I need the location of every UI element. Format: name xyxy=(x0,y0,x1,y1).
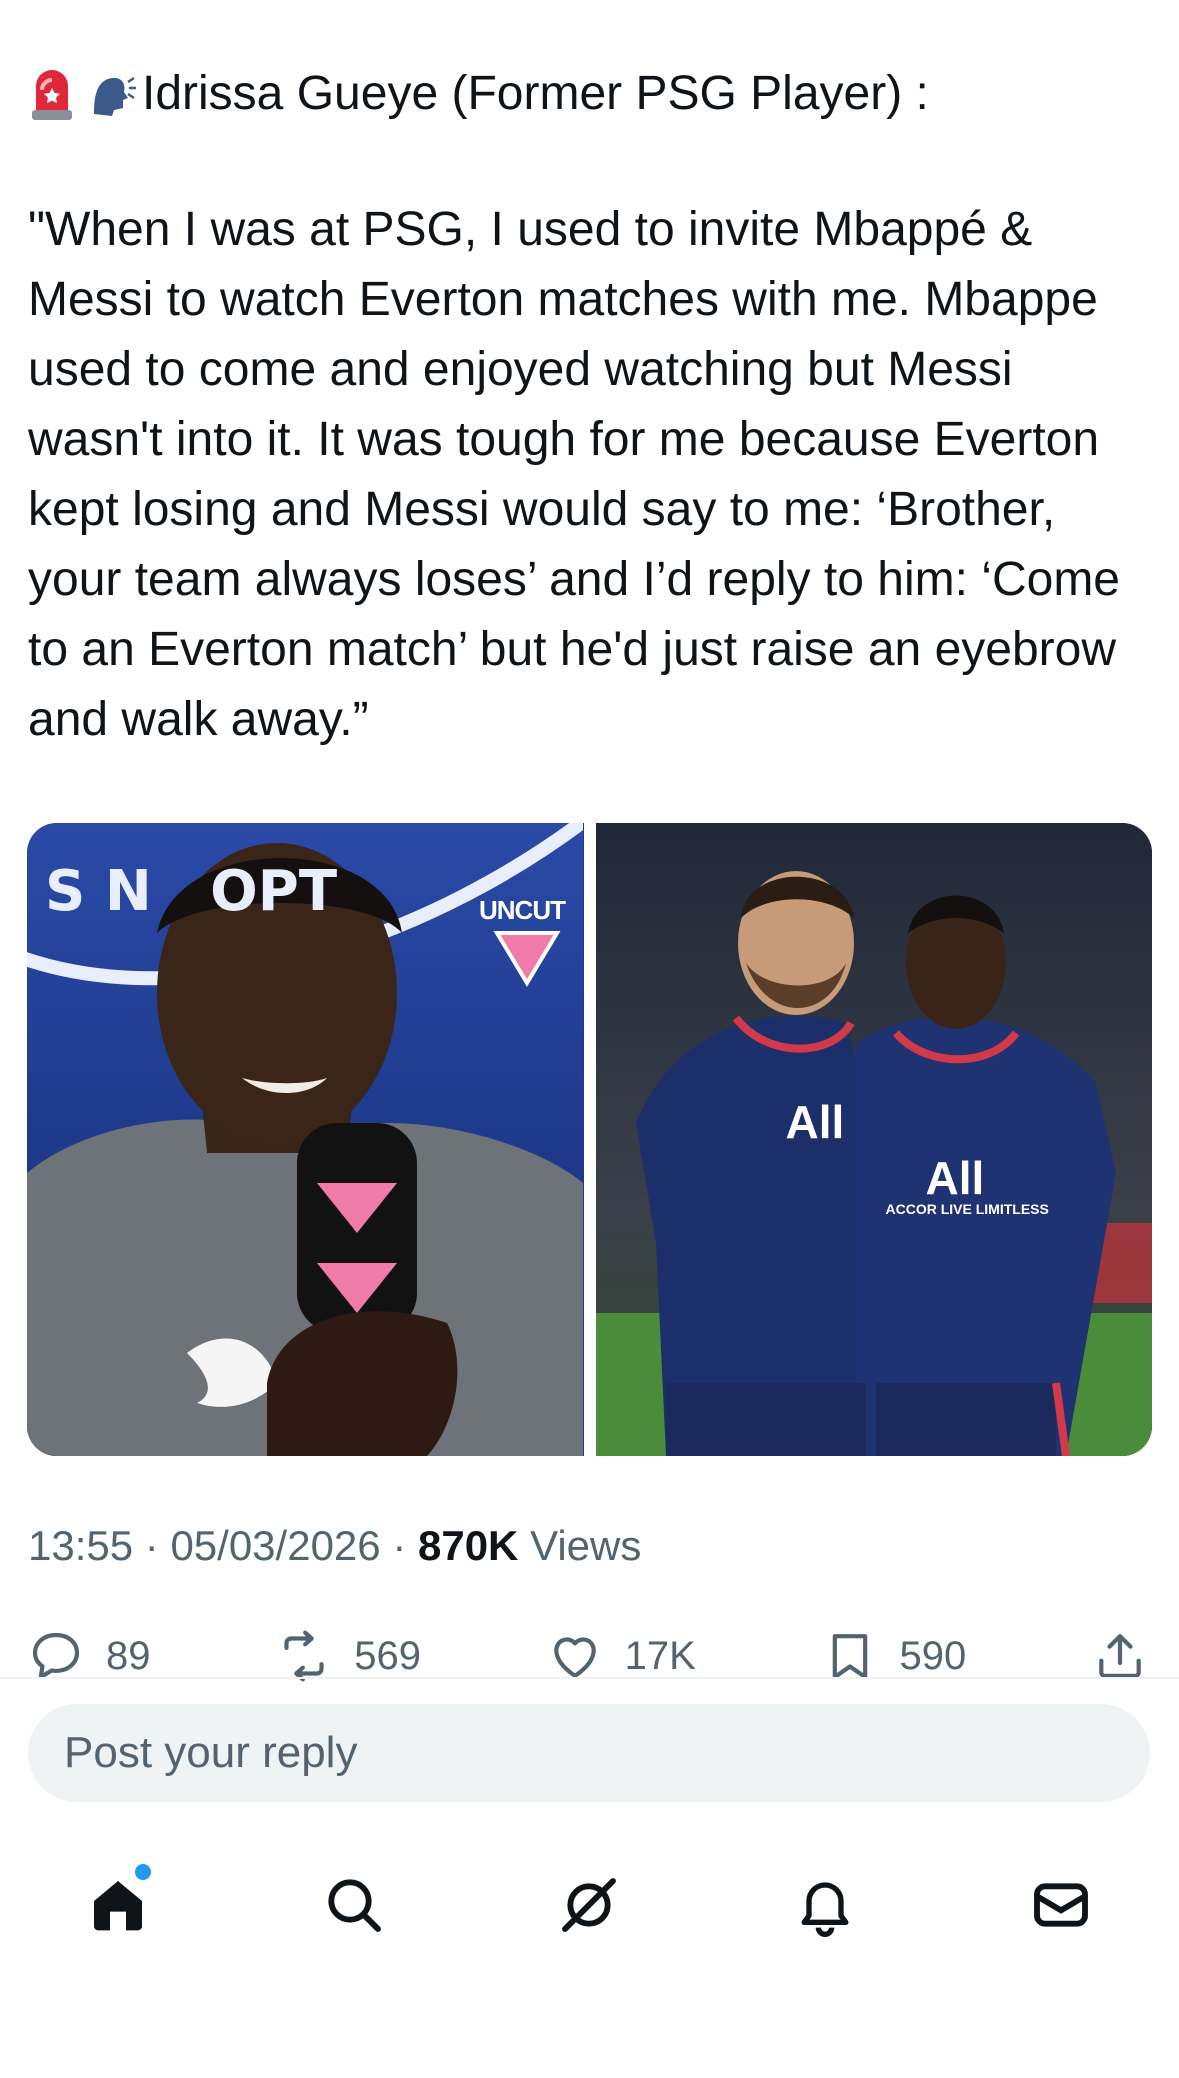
reply-placeholder: Post your reply xyxy=(64,1728,358,1777)
divider xyxy=(0,1677,1179,1679)
police-light-icon xyxy=(28,66,76,120)
share-icon xyxy=(1099,1634,1141,1678)
repost-icon xyxy=(284,1630,324,1682)
views-label: Views xyxy=(530,1522,642,1569)
shirt-text-2: All xyxy=(925,1152,985,1204)
like-button[interactable]: 17K xyxy=(547,1628,696,1684)
reply-button[interactable]: 89 xyxy=(28,1628,151,1684)
interview-photo[interactable]: S N OPT UNCUT xyxy=(27,823,584,1456)
reply-input[interactable]: Post your reply xyxy=(28,1704,1150,1802)
nav-messages[interactable] xyxy=(1016,1860,1106,1950)
search-icon xyxy=(328,1879,381,1932)
notifications-icon xyxy=(801,1882,849,1937)
home-badge-dot xyxy=(134,1864,151,1880)
nav-notifications[interactable] xyxy=(780,1860,870,1950)
grok-icon xyxy=(562,1878,617,1932)
share-button[interactable] xyxy=(1092,1628,1148,1684)
home-icon xyxy=(93,1881,142,1931)
reply-count: 89 xyxy=(106,1633,151,1678)
post-time[interactable]: 13:55 xyxy=(28,1522,133,1569)
nav-grok[interactable] xyxy=(544,1860,634,1950)
post-header-text: Idrissa Gueye (Former PSG Player) : xyxy=(142,66,929,120)
backdrop-text: S N OPT xyxy=(45,859,338,924)
media-grid[interactable]: S N OPT UNCUT All All ACCOR LIVE LIMITLE… xyxy=(27,823,1152,1456)
heart-icon xyxy=(553,1637,596,1678)
shirt-sponsor-text: ACCOR LIVE LIMITLESS xyxy=(885,1201,1049,1217)
like-count: 17K xyxy=(624,1633,696,1678)
psg-celebration-photo[interactable]: All All ACCOR LIVE LIMITLESS xyxy=(595,823,1152,1456)
repost-count: 569 xyxy=(354,1633,421,1678)
bookmark-button[interactable]: 590 xyxy=(822,1628,967,1684)
post-date[interactable]: 05/03/2026 xyxy=(170,1522,380,1569)
bookmark-icon xyxy=(832,1634,867,1680)
nav-home[interactable] xyxy=(73,1860,163,1950)
uncut-logo: UNCUT xyxy=(479,895,566,925)
messages-icon xyxy=(1034,1883,1089,1927)
post-body: "When I was at PSG, I used to invite Mba… xyxy=(28,203,1134,746)
reply-icon xyxy=(32,1632,80,1680)
post-header: Idrissa Gueye (Former PSG Player) : xyxy=(28,58,929,128)
repost-button[interactable]: 569 xyxy=(276,1628,421,1684)
nav-search[interactable] xyxy=(309,1860,399,1950)
post-meta: 13:55 · 05/03/2026 · 870K Views xyxy=(28,1522,642,1569)
shirt-text-1: All xyxy=(785,1096,845,1148)
speaking-head-icon xyxy=(90,68,136,118)
bookmark-count: 590 xyxy=(899,1633,967,1678)
bottom-nav xyxy=(0,1860,1179,1950)
views-count: 870K xyxy=(417,1522,519,1569)
